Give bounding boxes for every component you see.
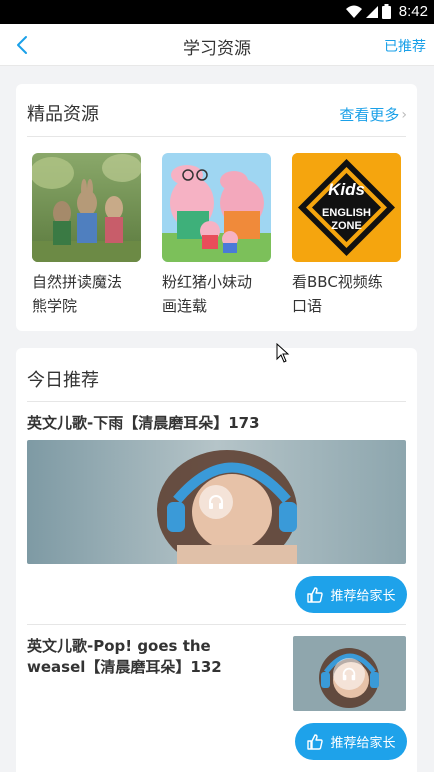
mouse-cursor-icon (276, 343, 290, 363)
status-bar: 8:42 (0, 0, 434, 24)
status-time: 8:42 (398, 3, 428, 20)
headphone-icon (209, 495, 223, 509)
page-title: 学习资源 (183, 39, 251, 59)
zone-logo-text: ZONE (331, 220, 362, 232)
recommend-label-2: 推荐给家长 (330, 736, 396, 751)
resource-label-phonics: 自然拼读魔法 熊学院 (32, 273, 123, 315)
headphone-icon (342, 667, 356, 681)
today-recommend-card: 今日推荐 英文儿歌-下雨【清晨磨耳朵】173 推荐给家长 英文儿歌-Pop! g… (16, 348, 417, 772)
song-divider (27, 624, 406, 625)
kids-logo-text: Kids (328, 180, 365, 199)
resource-item-peppa[interactable]: 粉红猪小妹动 画连载 (162, 153, 272, 318)
resource-label-peppa: 粉红猪小妹动 画连载 (162, 273, 253, 315)
battery-icon (381, 4, 391, 19)
kids-english-zone-thumbnail: Kids ENGLISH ZONE (292, 153, 401, 262)
recommend-to-parents-button-2[interactable]: 推荐给家长 (295, 723, 407, 760)
wifi-icon (345, 5, 362, 18)
peppa-thumbnail (162, 153, 271, 262)
english-logo-text: ENGLISH (322, 207, 371, 219)
thumbs-up-icon (307, 586, 324, 603)
signal-icon (365, 5, 378, 18)
featured-section-title: 精品资源 (27, 104, 99, 125)
today-divider (27, 401, 406, 402)
headphone-badge-2 (333, 658, 365, 690)
featured-resources-card: 精品资源 查看更多 › 自然拼读魔法 熊学院 粉红猪小妹动 画连载 Kids E… (16, 84, 417, 331)
view-more-label: 查看更多 (339, 106, 400, 124)
song-title-2[interactable]: 英文儿歌-Pop! goes the weasel【清晨磨耳朵】132 (27, 636, 222, 678)
recommended-link[interactable]: 已推荐 (384, 36, 426, 56)
resource-item-phonics[interactable]: 自然拼读魔法 熊学院 (32, 153, 142, 318)
song-title-1[interactable]: 英文儿歌-下雨【清晨磨耳朵】173 (27, 413, 260, 434)
top-navbar: 学习资源 已推荐 (0, 24, 434, 66)
thumbs-up-icon (307, 733, 324, 750)
recommend-label-1: 推荐给家长 (330, 589, 396, 604)
resource-item-bbc[interactable]: Kids ENGLISH ZONE 看BBC视频练 口语 (292, 153, 402, 318)
recommend-to-parents-button-1[interactable]: 推荐给家长 (295, 576, 407, 613)
today-section-title: 今日推荐 (27, 370, 99, 391)
view-more-link[interactable]: 查看更多 › (339, 104, 407, 125)
resource-label-bbc: 看BBC视频练 口语 (292, 273, 383, 315)
song-cover-1[interactable] (27, 440, 406, 564)
status-icons: 8:42 (345, 3, 428, 20)
rabbit-thumbnail (32, 153, 141, 262)
headphone-badge-1 (199, 485, 233, 519)
chevron-right-icon: › (401, 106, 407, 123)
featured-divider (27, 136, 406, 137)
song-cover-2[interactable] (293, 636, 406, 711)
